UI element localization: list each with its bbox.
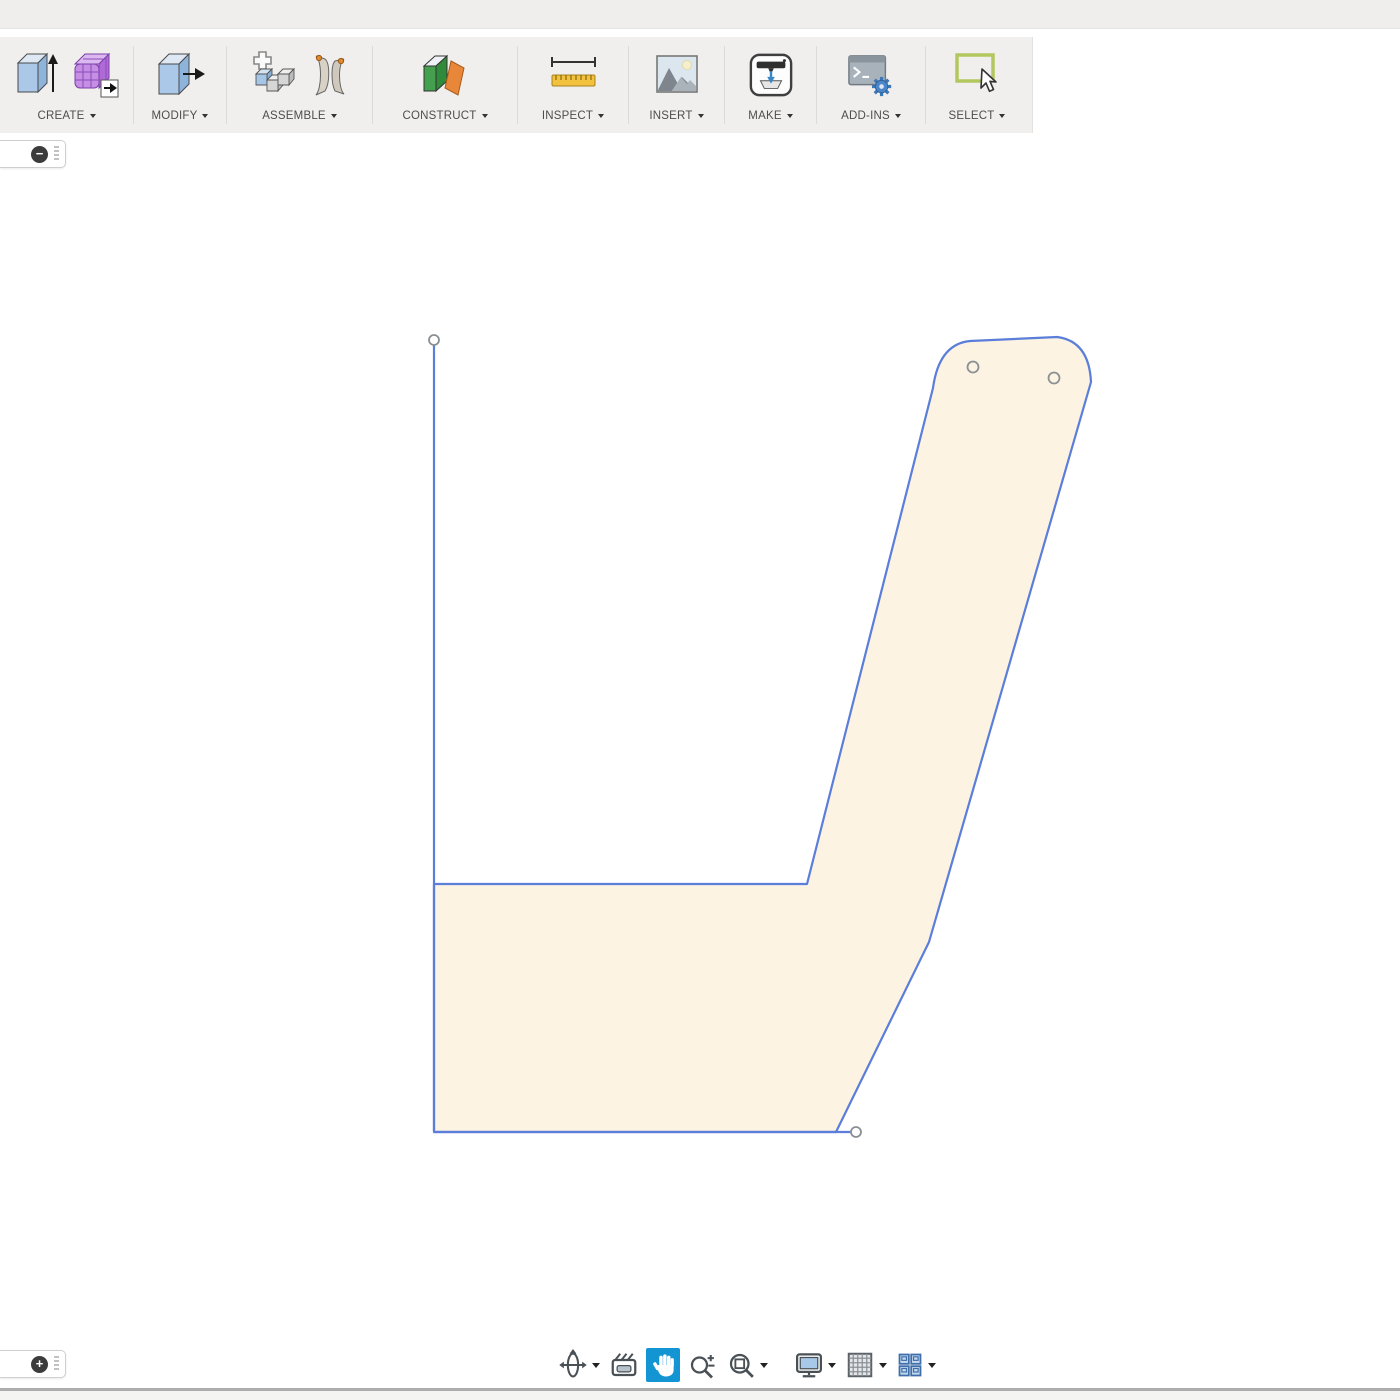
panel-grip-icon[interactable] <box>54 146 59 162</box>
pan-button[interactable] <box>646 1348 680 1382</box>
select-menu-button[interactable]: SELECT <box>949 110 1006 122</box>
fit-button[interactable] <box>724 1348 770 1382</box>
select-menu-label: SELECT <box>948 110 995 122</box>
create-menu-label: CREATE <box>37 110 85 122</box>
toolbar-group-assemble: ASSEMBLE <box>227 37 372 133</box>
dropdown-caret <box>828 1362 836 1368</box>
toolbar-group-modify: MODIFY <box>134 37 226 133</box>
viewports-icon <box>898 1353 922 1377</box>
toolbar-group-insert: INSERT <box>629 37 724 133</box>
look-at-icon <box>611 1353 637 1377</box>
gear <box>871 76 892 97</box>
toolbar-group-select: SELECT <box>926 37 1028 133</box>
look-at-button[interactable] <box>607 1348 641 1382</box>
dropdown-caret <box>894 114 901 118</box>
dropdown-caret <box>481 114 488 118</box>
joint-icon[interactable] <box>308 50 350 100</box>
dropdown-caret <box>786 114 793 118</box>
fusion360-window: CREATE MODIFY ASSEMBLE CONSTRUCT INSPECT… <box>0 0 1400 1400</box>
inspect-menu-label: INSPECT <box>541 110 594 122</box>
addins-menu-label: ADD-INS <box>841 110 890 122</box>
pan-hand-icon <box>653 1354 674 1377</box>
modify-menu-button[interactable]: MODIFY <box>152 110 209 122</box>
construct-menu-button[interactable]: CONSTRUCT <box>403 110 488 122</box>
sketch-endpoint[interactable] <box>428 334 440 346</box>
toolbar-group-construct: CONSTRUCT <box>373 37 517 133</box>
toolbar-group-addins: ADD-INS <box>817 37 925 133</box>
ribbon-toolbar: CREATE MODIFY ASSEMBLE CONSTRUCT INSPECT… <box>0 37 1033 133</box>
dropdown-caret <box>879 1362 887 1368</box>
dropdown-caret <box>999 114 1006 118</box>
modify-menu-label: MODIFY <box>151 110 198 122</box>
fit-icon <box>729 1353 754 1378</box>
addins-menu-button[interactable]: ADD-INS <box>841 110 901 122</box>
browser-collapse-control: − <box>0 140 66 168</box>
layout-grid-button[interactable] <box>843 1348 889 1382</box>
browser-collapse-button[interactable]: − <box>31 145 48 163</box>
new-component-icon[interactable] <box>250 50 296 100</box>
display-settings-button[interactable] <box>792 1348 838 1382</box>
navigation-bar <box>556 1346 938 1384</box>
construction-plane-icon[interactable] <box>420 51 470 99</box>
toolbar-group-create: CREATE <box>0 37 133 133</box>
make-menu-button[interactable]: MAKE <box>748 110 793 122</box>
construct-menu-label: CONSTRUCT <box>402 110 477 122</box>
timeline-expand-button[interactable]: + <box>31 1355 48 1373</box>
assemble-menu-label: ASSEMBLE <box>262 110 326 122</box>
app-header-strip <box>0 0 1400 29</box>
dropdown-caret <box>697 114 704 118</box>
form-icon[interactable] <box>70 50 120 100</box>
dropdown-caret <box>202 114 209 118</box>
panel-grip-icon[interactable] <box>54 1356 59 1372</box>
scripts-addins-icon[interactable] <box>847 51 895 99</box>
insert-image-icon[interactable] <box>655 54 699 96</box>
sketch-profile-region[interactable] <box>432 335 1093 1134</box>
dropdown-caret <box>592 1362 600 1368</box>
toolbar-group-make: MAKE <box>725 37 816 133</box>
insert-menu-label: INSERT <box>649 110 693 122</box>
extrude-icon[interactable] <box>14 50 58 100</box>
timeline-expand-control: + <box>0 1350 66 1378</box>
timeline-strip <box>0 1391 1400 1400</box>
create-menu-button[interactable]: CREATE <box>38 110 96 122</box>
zoom-icon <box>690 1355 715 1379</box>
orbit-button[interactable] <box>556 1347 602 1383</box>
dropdown-caret <box>598 114 605 118</box>
viewports-button[interactable] <box>894 1349 938 1381</box>
sketch-canvas[interactable] <box>0 0 1400 1400</box>
orbit-icon <box>559 1349 587 1378</box>
dropdown-caret <box>928 1362 936 1368</box>
measure-icon[interactable] <box>548 53 598 97</box>
dropdown-caret <box>89 114 96 118</box>
make-menu-label: MAKE <box>748 110 782 122</box>
dropdown-caret <box>760 1362 768 1368</box>
3d-print-icon[interactable] <box>748 52 794 98</box>
press-pull-icon[interactable] <box>155 50 205 100</box>
sketch-endpoint[interactable] <box>850 1126 862 1138</box>
display-settings-icon <box>796 1353 822 1378</box>
inspect-menu-button[interactable]: INSPECT <box>541 110 605 122</box>
dropdown-caret <box>330 114 337 118</box>
zoom-button[interactable] <box>685 1348 719 1382</box>
layout-grid-icon <box>847 1352 873 1378</box>
toolbar-group-inspect: INSPECT <box>518 37 628 133</box>
insert-menu-button[interactable]: INSERT <box>649 110 704 122</box>
assemble-menu-button[interactable]: ASSEMBLE <box>262 110 337 122</box>
select-icon[interactable] <box>952 51 1002 99</box>
